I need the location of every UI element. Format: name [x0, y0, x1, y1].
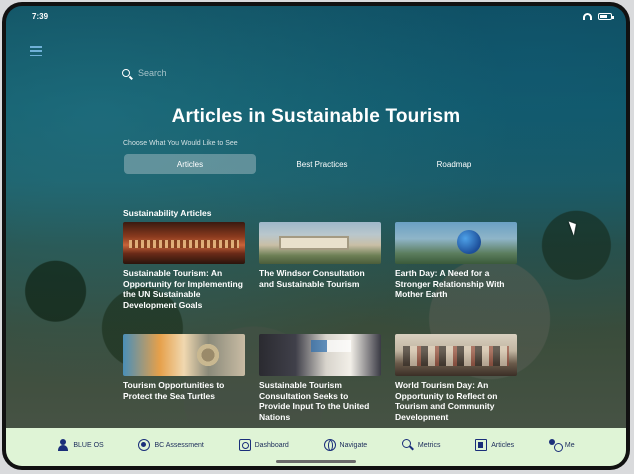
article-title[interactable]: World Tourism Day: An Opportunity to Ref…: [395, 380, 517, 422]
section-title: Sustainability Articles: [123, 208, 212, 218]
metrics-icon: [401, 439, 414, 451]
tabbar-item-bc-assessment[interactable]: BC Assessment: [138, 439, 204, 451]
status-time: 7:39: [32, 11, 49, 21]
me-icon: [548, 439, 563, 452]
tabbar-label: Me: [564, 441, 575, 449]
article-thumbnail[interactable]: [259, 222, 381, 264]
tab-roadmap[interactable]: Roadmap: [388, 154, 520, 174]
search-placeholder[interactable]: Search: [138, 68, 167, 78]
article-title[interactable]: Tourism Opportunities to Protect the Sea…: [123, 380, 245, 416]
page-subtitle: Choose What You Would Like to See: [123, 140, 238, 147]
tabbar-item-blue-os[interactable]: BLUE OS: [57, 439, 104, 451]
app-screen: 7:39 Search Articles in Sustainable Tour…: [6, 6, 626, 466]
tablet-frame: 7:39 Search Articles in Sustainable Tour…: [2, 2, 630, 470]
article-title[interactable]: The Windsor Consultation and Sustainable…: [259, 268, 381, 330]
tabbar-label: BLUE OS: [73, 441, 104, 449]
article-grid: Sustainable Tourism: An Opportunity for …: [123, 222, 521, 422]
bottom-tab-bar: BLUE OS BC Assessment Dashboard Navigate…: [6, 428, 626, 466]
page-title: Articles in Sustainable Tourism: [171, 106, 461, 127]
article-card[interactable]: Tourism Opportunities to Protect the Sea…: [123, 334, 245, 416]
tabbar-item-navigate[interactable]: Navigate: [323, 439, 368, 451]
hamburger-menu-icon[interactable]: [30, 46, 42, 56]
tabbar-label: BC Assessment: [154, 441, 204, 449]
home-indicator[interactable]: [276, 460, 356, 463]
articles-icon: [475, 439, 488, 451]
article-thumbnail[interactable]: [123, 334, 245, 376]
tabbar-label: Metrics: [417, 441, 441, 449]
article-title[interactable]: Earth Day: A Need for a Stronger Relatio…: [395, 268, 517, 330]
mouse-cursor-icon: [568, 219, 580, 236]
article-card[interactable]: Sustainable Tourism: An Opportunity for …: [123, 222, 245, 330]
article-card[interactable]: The Windsor Consultation and Sustainable…: [259, 222, 381, 330]
status-bar: 7:39: [6, 6, 626, 26]
battery-icon: [598, 12, 614, 20]
article-card[interactable]: Sustainable Tourism Consultation Seeks t…: [259, 334, 381, 422]
dashboard-icon: [238, 439, 251, 451]
tabbar-item-dashboard[interactable]: Dashboard: [238, 439, 289, 451]
article-card[interactable]: World Tourism Day: An Opportunity to Ref…: [395, 334, 517, 422]
wifi-icon: [583, 12, 592, 20]
tabbar-label: Navigate: [339, 441, 368, 449]
segment-tabs: Articles Best Practices Roadmap: [124, 154, 520, 174]
tabbar-item-articles[interactable]: Articles: [475, 439, 514, 451]
article-title[interactable]: Sustainable Tourism: An Opportunity for …: [123, 268, 245, 330]
article-thumbnail[interactable]: [395, 222, 517, 264]
article-thumbnail[interactable]: [259, 334, 381, 376]
article-thumbnail[interactable]: [123, 222, 245, 264]
person-icon: [57, 439, 69, 451]
tab-articles[interactable]: Articles: [124, 154, 256, 174]
article-title[interactable]: Sustainable Tourism Consultation Seeks t…: [259, 380, 381, 422]
tabbar-item-me[interactable]: Me: [548, 439, 575, 452]
status-icons: [583, 12, 614, 20]
tabbar-label: Dashboard: [254, 441, 289, 449]
certificate-icon: [138, 439, 151, 451]
tabbar-item-metrics[interactable]: Metrics: [401, 439, 441, 451]
tabbar-label: Articles: [491, 441, 515, 449]
globe-icon: [323, 439, 336, 451]
tab-best-practices[interactable]: Best Practices: [256, 154, 388, 174]
search-icon: [122, 69, 130, 77]
article-thumbnail[interactable]: [395, 334, 517, 376]
search-bar[interactable]: Search: [122, 68, 167, 78]
article-card[interactable]: Earth Day: A Need for a Stronger Relatio…: [395, 222, 517, 330]
